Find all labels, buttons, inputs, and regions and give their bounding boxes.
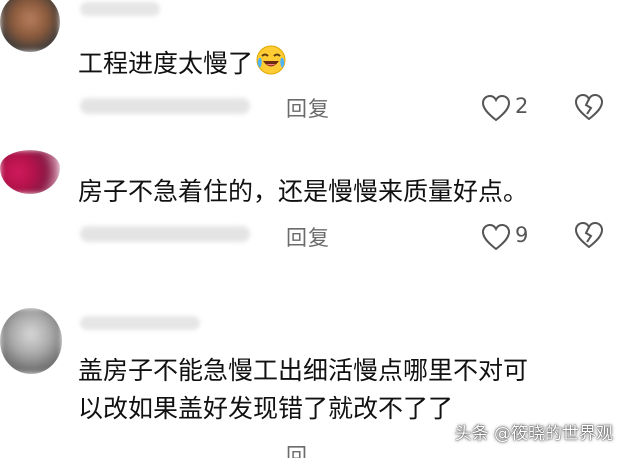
- watermark: 头条 @筱晓的世界观: [454, 424, 613, 444]
- comment-text-content: 工程进度太慢了: [78, 49, 254, 78]
- comment-text: 工程进度太慢了: [78, 44, 287, 83]
- comment-2: 房子不急着住的，还是慢慢来质量好点。 回复 9: [0, 130, 625, 280]
- broken-heart-icon[interactable]: [574, 220, 604, 250]
- comment-text: 房子不急着住的，还是慢慢来质量好点。: [78, 177, 529, 206]
- timestamp-blurred: [80, 226, 250, 242]
- comment-text-line-1: 盖房子不能急慢工出细活慢点哪里不对可: [78, 356, 529, 385]
- comment-1: 工程进度太慢了 回复 2: [0, 0, 625, 130]
- avatar[interactable]: [0, 308, 62, 374]
- crying-laughing-emoji-icon: [256, 45, 286, 75]
- avatar[interactable]: [0, 0, 60, 52]
- username-blurred: [80, 316, 200, 330]
- avatar[interactable]: [0, 150, 60, 194]
- reply-button[interactable]: 回复: [286, 222, 330, 252]
- username-blurred: [80, 2, 160, 16]
- like-count: 2: [515, 94, 529, 118]
- comment-text-line-2: 以改如果盖好发现错了就改不了了: [78, 394, 454, 423]
- reply-button[interactable]: 回复: [286, 93, 330, 123]
- like-count: 9: [515, 223, 529, 247]
- timestamp-blurred: [80, 98, 250, 114]
- reply-button[interactable]: 回: [286, 440, 308, 458]
- heart-outline-icon[interactable]: [481, 223, 511, 251]
- heart-outline-icon[interactable]: [481, 94, 511, 122]
- broken-heart-icon[interactable]: [574, 92, 604, 122]
